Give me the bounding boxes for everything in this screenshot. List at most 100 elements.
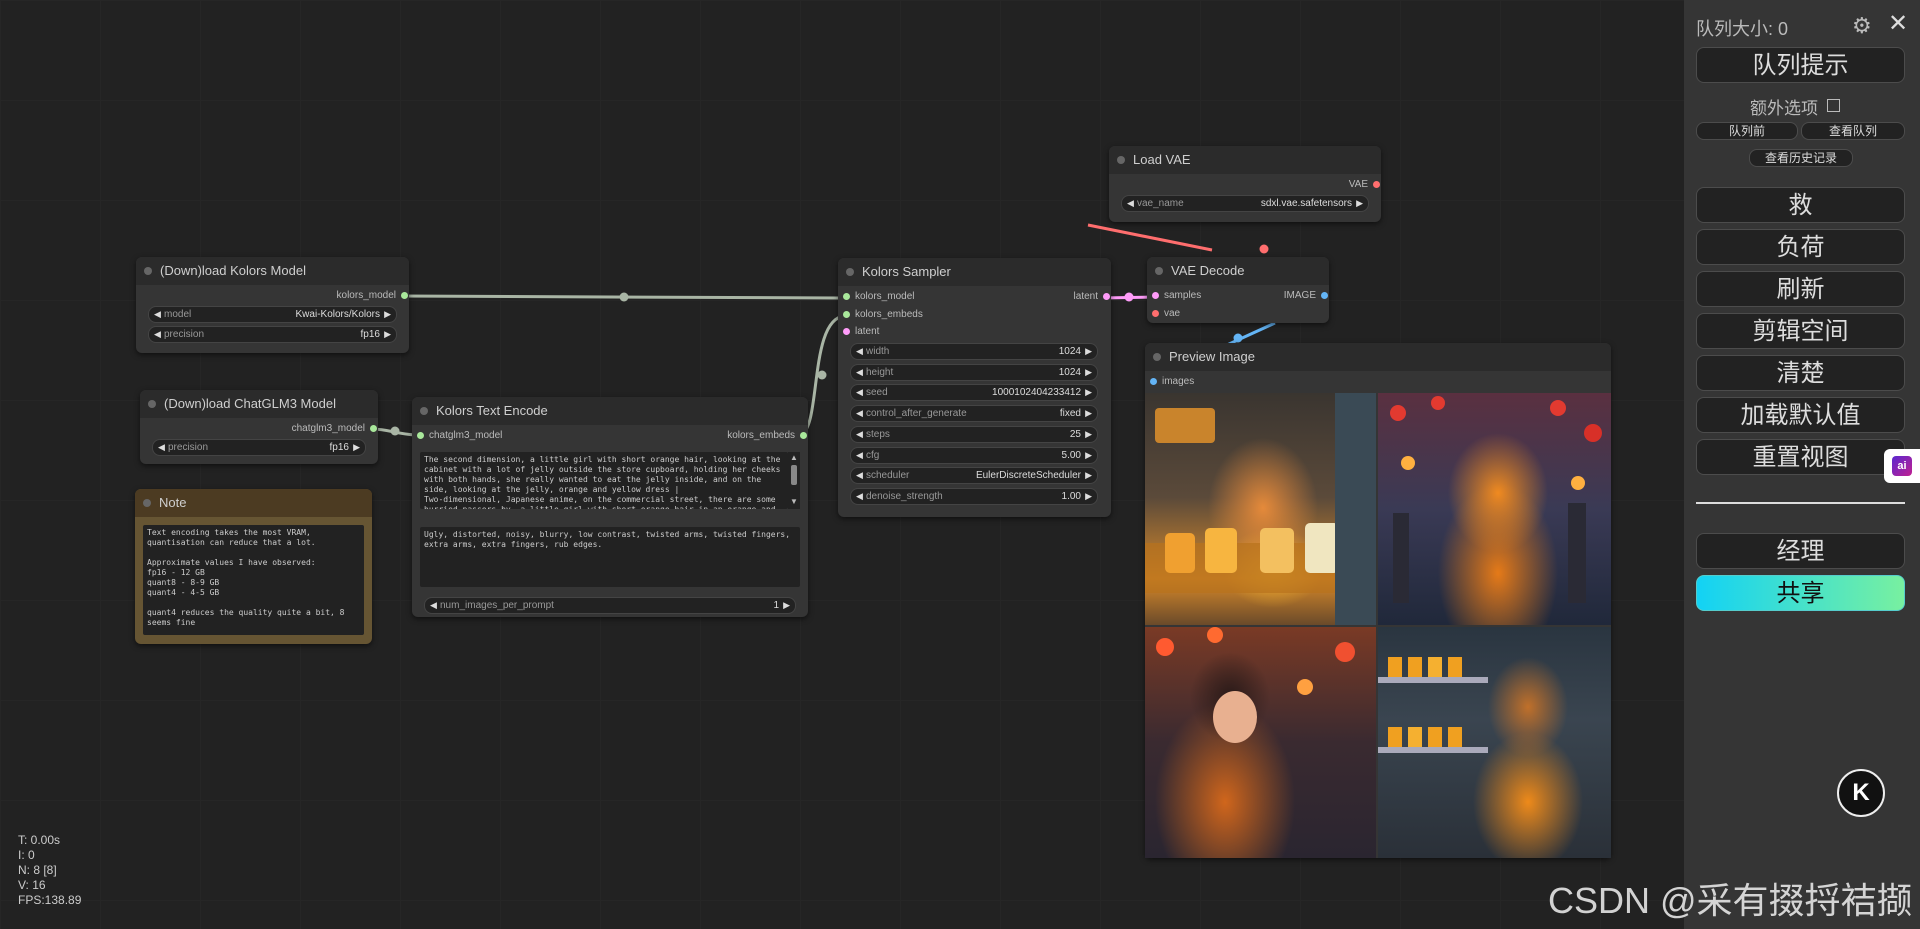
input-slot-images[interactable]: images	[1149, 375, 1194, 389]
preview-image-1[interactable]	[1145, 393, 1376, 625]
decrement-arrow-icon[interactable]: ◀	[856, 489, 863, 504]
widget-control-after-generate[interactable]: ◀ control_after_generate fixed ▶	[850, 405, 1098, 423]
close-icon[interactable]: ✕	[1888, 9, 1908, 38]
widget-precision[interactable]: ◀ precision fp16 ▶	[148, 326, 397, 343]
widget-cfg[interactable]: ◀ cfg 5.00 ▶	[850, 446, 1098, 464]
output-slot-image[interactable]: IMAGE	[1216, 289, 1329, 303]
queue-prompt-button[interactable]: 队列提示	[1696, 47, 1905, 83]
input-slot-samples[interactable]: samples	[1151, 289, 1201, 303]
node-collapse-dot[interactable]	[1155, 267, 1163, 275]
node-collapse-dot[interactable]	[148, 400, 156, 408]
node-collapse-dot[interactable]	[143, 499, 151, 507]
view-history-button[interactable]: 查看历史记录	[1749, 149, 1853, 167]
preview-image-2[interactable]	[1378, 393, 1611, 625]
clipspace-button[interactable]: 剪辑空间	[1696, 313, 1905, 349]
jelly-shelf-illustration	[1378, 657, 1488, 753]
node-load-vae[interactable]: Load VAE VAE ◀ vae_name sdxl.vae.safetenso…	[1109, 146, 1381, 222]
output-slot-kolors-embeds[interactable]: kolors_embeds	[595, 429, 808, 443]
node-title: Kolors Text Encode	[412, 397, 808, 425]
widget-denoise-strength[interactable]: ◀ denoise_strength 1.00 ▶	[850, 487, 1098, 505]
share-button[interactable]: 共享	[1696, 575, 1905, 611]
widget-precision[interactable]: ◀ precision fp16 ▶	[152, 439, 366, 456]
queue-size-label: 队列大小: 0	[1696, 19, 1789, 39]
queue-front-button[interactable]: 队列前	[1696, 122, 1798, 140]
decrement-arrow-icon[interactable]: ◀	[856, 344, 863, 359]
ai-badge-icon[interactable]: ai	[1884, 449, 1920, 483]
graph-canvas[interactable]: (Down)load Kolors Model kolors_model ◀ mo…	[0, 0, 1684, 929]
increment-arrow-icon[interactable]: ▶	[1085, 365, 1092, 380]
node-title: (Down)load ChatGLM3 Model	[140, 390, 378, 418]
scroll-up-icon[interactable]: ▲	[790, 453, 798, 462]
node-vae-decode[interactable]: VAE Decode samples vae IMAGE	[1147, 257, 1329, 323]
load-button[interactable]: 负荷	[1696, 229, 1905, 265]
input-slot-chatglm3-model[interactable]: chatglm3_model	[416, 429, 502, 443]
scroll-thumb[interactable]	[791, 465, 797, 485]
increment-arrow-icon[interactable]: ▶	[1085, 489, 1092, 504]
refresh-button[interactable]: 刷新	[1696, 271, 1905, 307]
node-title: Note	[135, 489, 372, 517]
preview-image-4[interactable]	[1378, 627, 1611, 858]
node-kolors-sampler[interactable]: Kolors Sampler kolors_model kolors_embed…	[838, 258, 1111, 517]
stat-time: T: 0.00s	[18, 833, 61, 847]
node-load-chatglm3-model[interactable]: (Down)load ChatGLM3 Model chatglm3_model…	[140, 390, 378, 464]
stat-nodes: N: 8 [8]	[18, 863, 57, 877]
increment-arrow-icon[interactable]: ▶	[1085, 427, 1092, 442]
widget-height[interactable]: ◀ height 1024 ▶	[850, 363, 1098, 381]
decrement-arrow-icon[interactable]: ◀	[856, 468, 863, 483]
stat-v: V: 16	[18, 878, 46, 892]
widget-scheduler[interactable]: ◀ scheduler EulerDiscreteScheduler ▶	[850, 467, 1098, 485]
output-slot-latent[interactable]: latent	[998, 290, 1111, 304]
manager-button[interactable]: 经理	[1696, 533, 1905, 569]
k-logo-icon[interactable]: K	[1837, 769, 1885, 817]
decrement-arrow-icon[interactable]: ◀	[856, 385, 863, 400]
increment-arrow-icon[interactable]: ▶	[1085, 468, 1092, 483]
widget-steps[interactable]: ◀ steps 25 ▶	[850, 425, 1098, 443]
prompt-scrollbar[interactable]: ▲ ▼	[788, 452, 800, 509]
scroll-down-icon[interactable]: ▼	[790, 497, 798, 506]
widget-vae-name[interactable]: ◀ vae_name sdxl.vae.safetensors ▶	[1121, 195, 1369, 212]
decrement-arrow-icon[interactable]: ◀	[856, 448, 863, 463]
node-collapse-dot[interactable]	[144, 267, 152, 275]
node-collapse-dot[interactable]	[1117, 156, 1125, 164]
link-midpoint-latent	[1124, 292, 1134, 302]
note-textarea[interactable]: Text encoding takes the most VRAM, quant…	[143, 525, 364, 635]
output-slot-chatglm3-model[interactable]: chatglm3_model	[165, 422, 378, 436]
load-default-button[interactable]: 加载默认值	[1696, 397, 1905, 433]
node-collapse-dot[interactable]	[1153, 353, 1161, 361]
input-slot-latent[interactable]: latent	[842, 325, 879, 339]
node-note[interactable]: Note Text encoding takes the most VRAM, …	[135, 489, 372, 644]
node-preview-image[interactable]: Preview Image images	[1145, 343, 1611, 858]
clear-button[interactable]: 清楚	[1696, 355, 1905, 391]
node-kolors-text-encode[interactable]: Kolors Text Encode chatglm3_model kolors…	[412, 397, 808, 617]
output-slot-vae[interactable]: VAE	[1268, 178, 1381, 192]
node-collapse-dot[interactable]	[846, 268, 854, 276]
increment-arrow-icon[interactable]: ▶	[1085, 406, 1092, 421]
node-collapse-dot[interactable]	[420, 407, 428, 415]
save-button[interactable]: 救	[1696, 187, 1905, 223]
widget-num-images-per-prompt[interactable]: ◀ num_images_per_prompt 1 ▶	[424, 597, 796, 614]
increment-arrow-icon[interactable]: ▶	[1085, 448, 1092, 463]
extra-options-checkbox[interactable]	[1826, 99, 1840, 112]
view-queue-button[interactable]: 查看队列	[1801, 122, 1905, 140]
decrement-arrow-icon[interactable]: ◀	[856, 406, 863, 421]
render-stats: T: 0.00s I: 0 N: 8 [8] V: 16 FPS:138.89	[18, 833, 81, 908]
reset-view-button[interactable]: 重置视图	[1696, 439, 1905, 475]
widget-seed[interactable]: ◀ seed 1000102404233412 ▶	[850, 384, 1098, 402]
widget-width[interactable]: ◀ width 1024 ▶	[850, 343, 1098, 360]
node-title: VAE Decode	[1147, 257, 1329, 285]
input-slot-kolors-model[interactable]: kolors_model	[842, 290, 914, 304]
decrement-arrow-icon[interactable]: ◀	[856, 427, 863, 442]
settings-gear-icon[interactable]: ⚙	[1852, 13, 1872, 39]
input-slot-vae[interactable]: vae	[1151, 307, 1180, 321]
negative-prompt-textarea[interactable]: Ugly, distorted, noisy, blurry, low cont…	[420, 527, 800, 587]
input-slot-kolors-embeds[interactable]: kolors_embeds	[842, 308, 923, 322]
node-load-kolors-model[interactable]: (Down)load Kolors Model kolors_model ◀ mo…	[136, 257, 409, 353]
widget-model[interactable]: ◀ model Kwai-Kolors/Kolors ▶	[148, 306, 397, 323]
preview-image-3[interactable]	[1145, 627, 1376, 858]
decrement-arrow-icon[interactable]: ◀	[856, 365, 863, 380]
output-slot-kolors-model[interactable]: kolors_model	[196, 289, 409, 303]
prompt-textarea[interactable]: The second dimension, a little girl with…	[420, 452, 788, 509]
increment-arrow-icon[interactable]: ▶	[1085, 385, 1092, 400]
csdn-watermark: CSDN @采有掇捋袺撷	[1548, 880, 1913, 921]
increment-arrow-icon[interactable]: ▶	[1085, 344, 1092, 359]
